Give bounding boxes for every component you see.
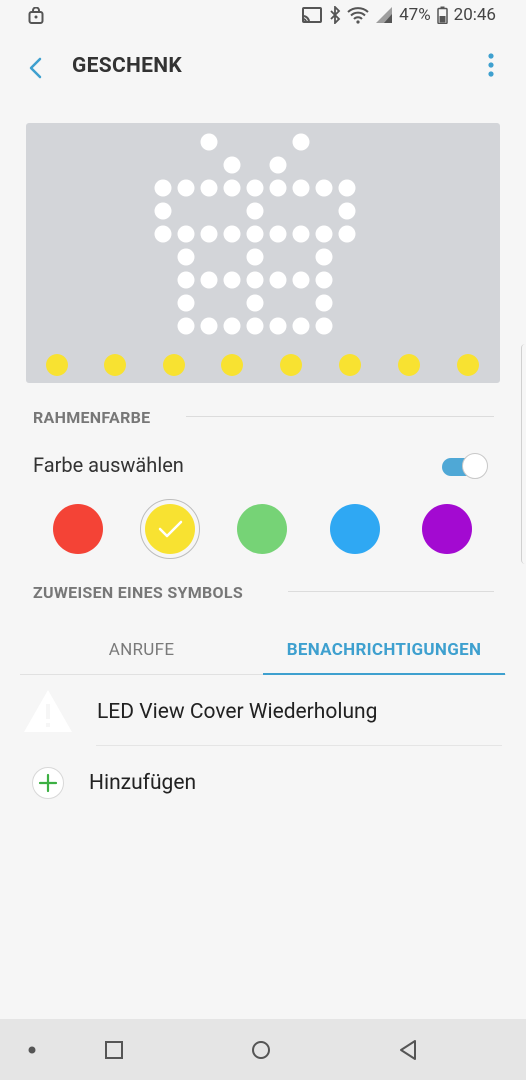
led-dot [200,317,218,335]
led-dot [315,271,333,289]
list-divider [96,745,502,746]
led-dot [200,225,218,243]
led-dot [269,317,287,335]
wifi-icon [347,7,369,24]
led-dot [177,225,195,243]
led-dot [177,248,195,266]
tab-notifications[interactable]: BENACHRICHTIGUNGEN [263,626,505,674]
signal-icon [376,7,393,23]
led-dot [246,271,264,289]
color-swatch-purple[interactable] [422,504,472,554]
led-dot [246,248,264,266]
tab-calls[interactable]: ANRUFE [20,626,263,674]
led-preview [26,123,500,383]
dot-icon[interactable] [19,1037,45,1063]
recents-icon[interactable] [101,1037,127,1063]
select-color-toggle[interactable] [442,452,490,480]
gift-icon-preview [46,133,479,376]
led-dot [246,202,264,220]
led-dot [292,317,310,335]
led-dot [269,271,287,289]
color-swatch-green[interactable] [237,504,287,554]
led-dot [269,225,287,243]
led-dot [315,225,333,243]
battery-icon [436,6,448,24]
led-dot [269,156,287,174]
status-bar: 47% 20:46 [0,0,526,34]
led-dot [223,179,241,197]
led-dot [200,133,218,151]
frame-led-dot [339,354,361,376]
app-header: GESCHENK [0,40,526,96]
warning-icon [24,690,72,732]
add-label: Hinzufügen [89,771,197,795]
active-tab-indicator [263,673,505,675]
led-dot [177,271,195,289]
more-vertical-icon[interactable] [486,52,496,78]
frame-led-dot [457,354,479,376]
led-dot [246,317,264,335]
led-dot [177,317,195,335]
led-dot [154,225,172,243]
led-dot [315,294,333,312]
led-dot [223,156,241,174]
navigation-bar [0,1019,526,1080]
frame-led-dot [398,354,420,376]
add-icon[interactable] [31,766,65,800]
led-dot [200,271,218,289]
frame-color-section-title: RAHMENFARBE [33,408,151,427]
clock: 20:46 [453,5,496,25]
led-dot [338,179,356,197]
led-dot [315,248,333,266]
led-dot [292,133,310,151]
frame-led-dot [163,354,185,376]
color-swatch-blue[interactable] [330,504,380,554]
assign-symbol-section-title: ZUWEISEN EINES SYMBOLS [33,583,243,602]
home-icon[interactable] [248,1037,274,1063]
shopping-bag-icon [28,7,44,24]
frame-led-dot [104,354,126,376]
battery-percent: 47% [399,5,431,25]
led-dot [315,317,333,335]
frame-led-dot [46,354,68,376]
color-swatch-yellow[interactable] [140,499,200,559]
select-color-row[interactable]: Farbe auswählen [0,444,526,488]
led-dot [338,225,356,243]
color-swatch-red[interactable] [53,504,103,554]
checkmark-icon [158,520,183,538]
back-arrow-icon[interactable] [22,54,50,82]
led-dot [269,179,287,197]
toggle-knob [462,453,488,479]
led-dot [223,317,241,335]
led-dot [292,271,310,289]
frame-led-dot [280,354,302,376]
led-dot [154,202,172,220]
led-dot [154,179,172,197]
edge-panel-handle[interactable] [521,344,526,564]
led-dot [177,294,195,312]
led-dot [246,294,264,312]
led-dot [223,225,241,243]
led-dot [292,179,310,197]
list-item-label: LED View Cover Wiederholung [97,700,378,724]
list-item[interactable]: LED View Cover Wiederholung [0,682,526,744]
led-dot [200,179,218,197]
page-title: GESCHENK [72,54,183,78]
bluetooth-icon [330,6,341,24]
cast-icon [302,7,323,23]
led-dot [338,202,356,220]
led-dot [246,179,264,197]
select-color-label: Farbe auswählen [33,453,184,477]
led-dot [292,225,310,243]
section-divider [186,416,494,417]
back-icon[interactable] [395,1037,421,1063]
led-dot [246,225,264,243]
led-dot [177,179,195,197]
led-dot [315,179,333,197]
section-divider [288,591,494,592]
frame-led-dot [221,354,243,376]
led-dot [223,271,241,289]
add-item-row[interactable]: Hinzufügen [0,756,526,812]
